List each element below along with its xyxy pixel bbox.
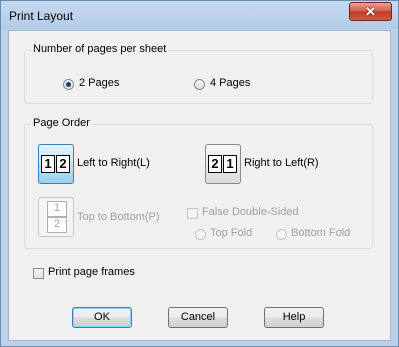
page-2-icon: 2 [208, 155, 222, 173]
window-title: Print Layout [9, 9, 74, 23]
print-layout-window: Print Layout ✕ Number of pages per sheet… [0, 0, 399, 347]
page-1-icon: 1 [41, 155, 55, 173]
top-fold-radio [195, 229, 206, 240]
4-pages-radio[interactable] [194, 79, 205, 90]
2-pages-label[interactable]: 2 Pages [79, 77, 119, 89]
cancel-button[interactable]: Cancel [168, 307, 228, 328]
4-pages-label[interactable]: 4 Pages [210, 77, 250, 89]
dialog-body: Number of pages per sheet 2 Pages 4 Page… [8, 30, 391, 341]
page-order-group: Page Order 1 2 Left to Right(L) 2 1 Righ… [24, 117, 373, 249]
false-double-sided-label: False Double-Sided [202, 206, 299, 218]
print-page-frames-label[interactable]: Print page frames [48, 266, 135, 278]
close-button[interactable]: ✕ [349, 2, 392, 21]
print-page-frames-checkbox[interactable] [33, 268, 44, 279]
page-1-icon: 1 [223, 155, 237, 173]
left-to-right-button[interactable]: 1 2 [38, 144, 74, 184]
left-to-right-label[interactable]: Left to Right(L) [77, 157, 150, 169]
close-icon: ✕ [365, 4, 376, 19]
top-to-bottom-label: Top to Bottom(P) [77, 211, 160, 223]
page-2-icon: 2 [56, 155, 70, 173]
page-2-icon: 2 [47, 217, 67, 233]
page-order-legend: Page Order [31, 117, 92, 129]
2-pages-radio[interactable] [63, 79, 74, 90]
pages-per-sheet-group: Number of pages per sheet 2 Pages 4 Page… [24, 43, 373, 104]
bottom-fold-label: Bottom Fold [291, 227, 351, 239]
page-1-icon: 1 [47, 201, 67, 217]
bottom-fold-radio [276, 229, 287, 240]
help-button[interactable]: Help [264, 307, 324, 328]
top-fold-label: Top Fold [210, 227, 253, 239]
pages-per-sheet-legend: Number of pages per sheet [31, 43, 169, 55]
ok-button[interactable]: OK [72, 307, 132, 328]
right-to-left-button[interactable]: 2 1 [205, 144, 241, 184]
top-to-bottom-button[interactable]: 1 2 [38, 197, 74, 237]
false-double-sided-checkbox [187, 208, 198, 219]
title-bar[interactable]: Print Layout ✕ [1, 1, 398, 29]
right-to-left-label[interactable]: Right to Left(R) [244, 157, 319, 169]
